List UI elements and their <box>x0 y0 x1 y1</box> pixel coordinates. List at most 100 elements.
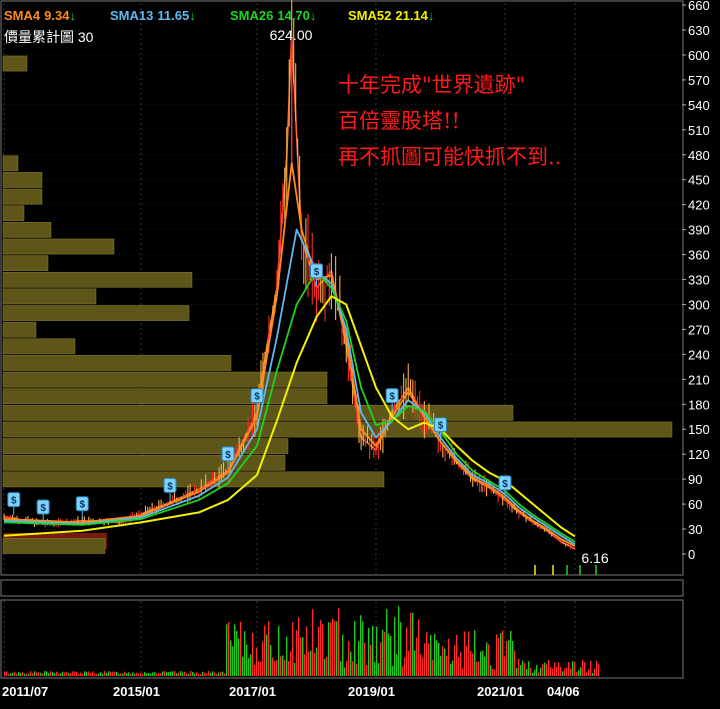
volume-bar <box>582 659 584 676</box>
volume-bar <box>106 672 108 676</box>
volume-bar <box>506 641 508 676</box>
volume-bar <box>378 663 380 676</box>
volume-bar <box>388 633 390 676</box>
y-tick-label: 60 <box>688 497 702 512</box>
volume-bar <box>316 647 318 676</box>
dividend-marker-symbol: $ <box>11 496 17 507</box>
volume-bar <box>500 632 502 676</box>
volume-bar <box>6 671 8 676</box>
volume-bar <box>496 634 498 676</box>
x-tick-label: 2021/01 <box>477 684 524 699</box>
volume-bar <box>300 637 302 676</box>
volume-bar <box>502 630 504 676</box>
dividend-marker-symbol: $ <box>254 392 260 403</box>
volume-bar <box>454 645 456 676</box>
volume-bar <box>154 671 156 676</box>
volume-bar <box>128 672 130 676</box>
volume-bar <box>190 671 192 676</box>
volume-bar <box>348 641 350 676</box>
volume-bar <box>328 622 330 676</box>
volume-bar <box>246 644 248 676</box>
volume-bar <box>272 657 274 676</box>
volume-bar <box>456 634 458 676</box>
volume-bar <box>238 638 240 676</box>
y-tick-label: 330 <box>688 273 710 288</box>
volume-bar <box>112 671 114 676</box>
volume-bar <box>352 661 354 676</box>
volume-bar <box>398 606 400 676</box>
volume-bar <box>288 661 290 676</box>
volume-bar <box>436 640 438 676</box>
legend-sma26: SMA26 14.70↓ <box>230 8 316 23</box>
volume-bar <box>222 671 224 676</box>
volume-bar <box>252 632 254 676</box>
volume-bar <box>258 661 260 676</box>
volume-bar <box>418 619 420 676</box>
volume-bar <box>476 661 478 676</box>
volume-bar <box>412 612 414 676</box>
volume-bar <box>462 668 464 676</box>
volume-bar <box>132 672 134 676</box>
legend-sma4: SMA4 9.34↓ <box>4 8 76 23</box>
volume-profile-bar <box>2 538 106 554</box>
volume-bar <box>68 672 70 676</box>
volume-bar <box>244 631 246 676</box>
volume-bar <box>16 673 18 676</box>
volume-bar <box>24 673 26 676</box>
volume-bar <box>452 660 454 676</box>
volume-bar <box>120 673 122 676</box>
volume-bar <box>118 673 120 676</box>
volume-bar <box>586 672 588 676</box>
volume-bar <box>558 662 560 676</box>
volume-bar <box>114 671 116 676</box>
volume-bar <box>512 640 514 676</box>
volume-bar <box>144 672 146 676</box>
volume-bar <box>516 667 518 676</box>
volume-bar <box>274 660 276 676</box>
y-tick-label: 600 <box>688 48 710 63</box>
volume-bar <box>486 642 488 676</box>
volume-bar <box>426 632 428 676</box>
volume-bar <box>86 671 88 676</box>
volume-bar <box>560 666 562 676</box>
volume-bar <box>146 673 148 676</box>
volume-bar <box>130 673 132 676</box>
volume-bar <box>58 673 60 676</box>
volume-bar <box>432 659 434 676</box>
volume-bar <box>368 627 370 676</box>
dividend-marker-symbol: $ <box>314 267 320 278</box>
volume-bar <box>404 657 406 676</box>
volume-bar <box>82 673 84 676</box>
x-tick-label: 2017/01 <box>229 684 276 699</box>
volume-bar <box>394 617 396 676</box>
volume-bar <box>122 673 124 676</box>
volume-bar <box>510 630 512 676</box>
volume-bar <box>240 621 242 676</box>
volume-bar <box>160 673 162 676</box>
volume-bar <box>62 671 64 676</box>
volume-bar <box>336 621 338 676</box>
volume-bar <box>94 673 96 676</box>
y-tick-label: 390 <box>688 223 710 238</box>
volume-bar <box>358 641 360 676</box>
volume-bar <box>290 651 292 676</box>
volume-bar <box>48 672 50 676</box>
y-axis: 6606306005705405104804504203903603303002… <box>682 0 710 562</box>
volume-bar <box>554 662 556 676</box>
volume-bar <box>396 654 398 676</box>
volume-bar <box>38 672 40 676</box>
volume-bar <box>520 665 522 676</box>
volume-bar <box>574 662 576 676</box>
volume-profile-bar <box>2 471 385 488</box>
volume-bar <box>590 660 592 676</box>
volume-bar <box>188 673 190 676</box>
volume-bar <box>136 672 138 676</box>
volume-bar <box>464 631 466 676</box>
volume-bar <box>270 645 272 676</box>
volume-bar <box>286 636 288 676</box>
y-tick-label: 480 <box>688 148 710 163</box>
volume-bar <box>148 672 150 676</box>
volume-bar <box>382 629 384 676</box>
volume-bar <box>562 671 564 676</box>
volume-bar <box>208 671 210 676</box>
